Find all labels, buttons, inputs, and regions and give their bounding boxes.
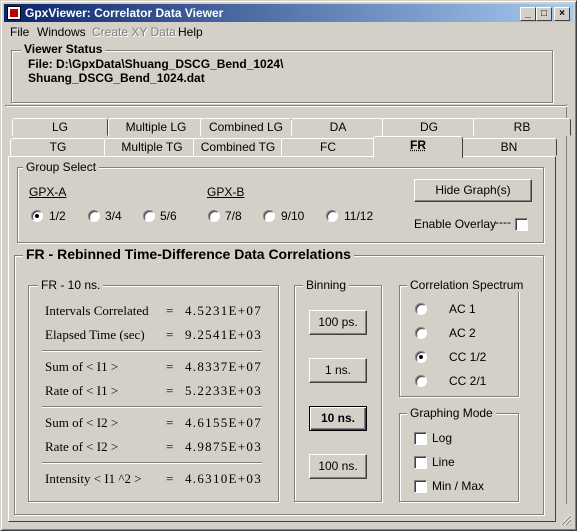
window-title: GpxViewer: Correlator Data Viewer bbox=[25, 6, 224, 20]
graph-line-checkbox[interactable] bbox=[414, 456, 427, 469]
tab-rb[interactable]: RB bbox=[473, 118, 571, 136]
tab-multiple-tg[interactable]: Multiple TG bbox=[104, 138, 200, 156]
tab-fc[interactable]: FC bbox=[281, 138, 375, 156]
tab-frame-top bbox=[5, 105, 567, 107]
enable-overlay-label: Enable Overlay bbox=[414, 217, 497, 231]
close-button[interactable]: × bbox=[554, 7, 570, 21]
stat-value-intervals: 4.5231E+07 bbox=[185, 303, 263, 318]
graph-log-label: Log bbox=[432, 431, 453, 445]
tab-da[interactable]: DA bbox=[291, 118, 385, 136]
title-bar[interactable]: GpxViewer: Correlator Data Viewer _ □ × bbox=[4, 4, 573, 22]
spectrum-option-ac1: AC 1 bbox=[449, 302, 476, 316]
stat-value-rate-i1: 5.2233E+03 bbox=[185, 383, 263, 398]
tab-bn[interactable]: BN bbox=[461, 138, 557, 156]
tab-panel-fr: Group Select GPX-A GPX-B 1/2 3/4 5/6 7/8… bbox=[8, 156, 556, 522]
tab-combined-tg[interactable]: Combined TG bbox=[193, 138, 283, 156]
stat-label-rate-i2: Rate of < I2 > bbox=[45, 439, 119, 454]
graphing-mode-label: Graphing Mode bbox=[407, 406, 496, 420]
stat-value-sum-i2: 4.6155E+07 bbox=[185, 415, 263, 430]
spectrum-radio-cc21[interactable] bbox=[415, 375, 427, 387]
stat-eq-sum-i1: = bbox=[166, 359, 174, 374]
group-select-label: Group Select bbox=[23, 160, 100, 174]
tab-tg[interactable]: TG bbox=[10, 138, 106, 156]
file-path-line2: Shuang_DSCG_Bend_1024.dat bbox=[28, 71, 205, 85]
binning-label: Binning bbox=[303, 278, 350, 292]
stat-value-rate-i2: 4.9875E+03 bbox=[185, 439, 263, 454]
group-option-7-8: 7/8 bbox=[225, 209, 242, 223]
menu-windows[interactable]: Windows bbox=[37, 25, 86, 39]
stat-label-intervals: Intervals Correlated bbox=[45, 303, 149, 318]
stats-divider-1 bbox=[42, 350, 262, 352]
graph-log-checkbox[interactable] bbox=[414, 432, 427, 445]
group-radio-11-12[interactable] bbox=[326, 210, 338, 222]
stats-divider-2 bbox=[42, 406, 262, 408]
tab-combined-lg[interactable]: Combined LG bbox=[200, 118, 292, 136]
stat-eq-elapsed: = bbox=[166, 327, 174, 342]
stat-eq-intervals: = bbox=[166, 303, 174, 318]
graph-minmax-checkbox[interactable] bbox=[414, 480, 427, 493]
fr-section-title: FR - Rebinned Time-Difference Data Corre… bbox=[23, 246, 354, 262]
spectrum-radio-ac1[interactable] bbox=[415, 303, 427, 315]
graph-line-label: Line bbox=[432, 455, 455, 469]
resize-grip-icon[interactable] bbox=[560, 514, 572, 526]
stat-value-sum-i1: 4.8337E+07 bbox=[185, 359, 263, 374]
group-radio-7-8[interactable] bbox=[208, 210, 220, 222]
spectrum-option-cc12: CC 1/2 bbox=[449, 350, 487, 364]
stat-eq-intensity: = bbox=[166, 471, 174, 486]
stats-divider-3 bbox=[42, 462, 262, 464]
stat-label-rate-i1: Rate of < I1 > bbox=[45, 383, 119, 398]
stat-value-intensity: 4.6310E+03 bbox=[185, 471, 263, 486]
group-radio-5-6[interactable] bbox=[143, 210, 155, 222]
enable-overlay-checkbox[interactable] bbox=[515, 218, 528, 231]
graph-minmax-label: Min / Max bbox=[432, 479, 485, 493]
spectrum-option-cc21: CC 2/1 bbox=[449, 374, 487, 388]
splitter-bar[interactable] bbox=[566, 104, 571, 504]
group-option-5-6: 5/6 bbox=[160, 209, 177, 223]
spectrum-radio-cc12[interactable] bbox=[415, 351, 427, 363]
group-radio-3-4[interactable] bbox=[88, 210, 100, 222]
app-icon bbox=[7, 6, 21, 20]
binning-100ns-button[interactable]: 100 ns. bbox=[309, 454, 367, 479]
binning-100ps-button[interactable]: 100 ps. bbox=[309, 310, 367, 335]
tab-fr[interactable]: FR bbox=[373, 136, 463, 158]
maximize-button[interactable]: □ bbox=[536, 7, 552, 21]
viewer-status-label: Viewer Status bbox=[21, 42, 106, 56]
binning-10ns-button[interactable]: 10 ns. bbox=[309, 406, 367, 431]
stat-eq-sum-i2: = bbox=[166, 415, 174, 430]
menu-help[interactable]: Help bbox=[178, 25, 203, 39]
tab-dg[interactable]: DG bbox=[382, 118, 476, 136]
stat-label-sum-i1: Sum of < I1 > bbox=[45, 359, 119, 374]
stat-eq-rate-i2: = bbox=[166, 439, 174, 454]
tab-multiple-lg[interactable]: Multiple LG bbox=[108, 118, 204, 136]
fr-stats-label: FR - 10 ns. bbox=[38, 278, 104, 292]
hide-graphs-button[interactable]: Hide Graph(s) bbox=[414, 179, 532, 202]
menu-create-xy-data[interactable]: Create XY Data bbox=[92, 25, 176, 39]
group-radio-9-10[interactable] bbox=[263, 210, 275, 222]
group-option-3-4: 3/4 bbox=[105, 209, 122, 223]
stat-eq-rate-i1: = bbox=[166, 383, 174, 398]
stat-value-elapsed: 9.2541E+03 bbox=[185, 327, 263, 342]
correlation-spectrum-label: Correlation Spectrum bbox=[407, 278, 527, 292]
binning-1ns-button[interactable]: 1 ns. bbox=[309, 358, 367, 383]
file-path-line1: File: D:\GpxData\Shuang_DSCG_Bend_1024\ bbox=[28, 57, 284, 71]
tab-lg[interactable]: LG bbox=[12, 118, 108, 136]
gpx-a-label: GPX-A bbox=[29, 185, 67, 199]
group-option-1-2: 1/2 bbox=[49, 209, 66, 223]
gpx-b-label: GPX-B bbox=[207, 185, 245, 199]
stat-label-intensity: Intensity < I1 ^2 > bbox=[45, 471, 142, 486]
stat-label-sum-i2: Sum of < I2 > bbox=[45, 415, 119, 430]
menu-bar: File Windows Create XY Data Help bbox=[4, 23, 573, 41]
group-option-11-12: 11/12 bbox=[344, 209, 374, 223]
spectrum-radio-ac2[interactable] bbox=[415, 327, 427, 339]
group-option-9-10: 9/10 bbox=[281, 209, 305, 223]
main-window: GpxViewer: Correlator Data Viewer _ □ × … bbox=[0, 0, 577, 531]
minimize-button[interactable]: _ bbox=[520, 7, 536, 21]
menu-file[interactable]: File bbox=[10, 25, 29, 39]
group-radio-1-2[interactable] bbox=[31, 210, 43, 222]
stat-label-elapsed: Elapsed Time (sec) bbox=[45, 327, 145, 342]
spectrum-option-ac2: AC 2 bbox=[449, 326, 476, 340]
overlay-dash: ---- bbox=[495, 215, 511, 229]
